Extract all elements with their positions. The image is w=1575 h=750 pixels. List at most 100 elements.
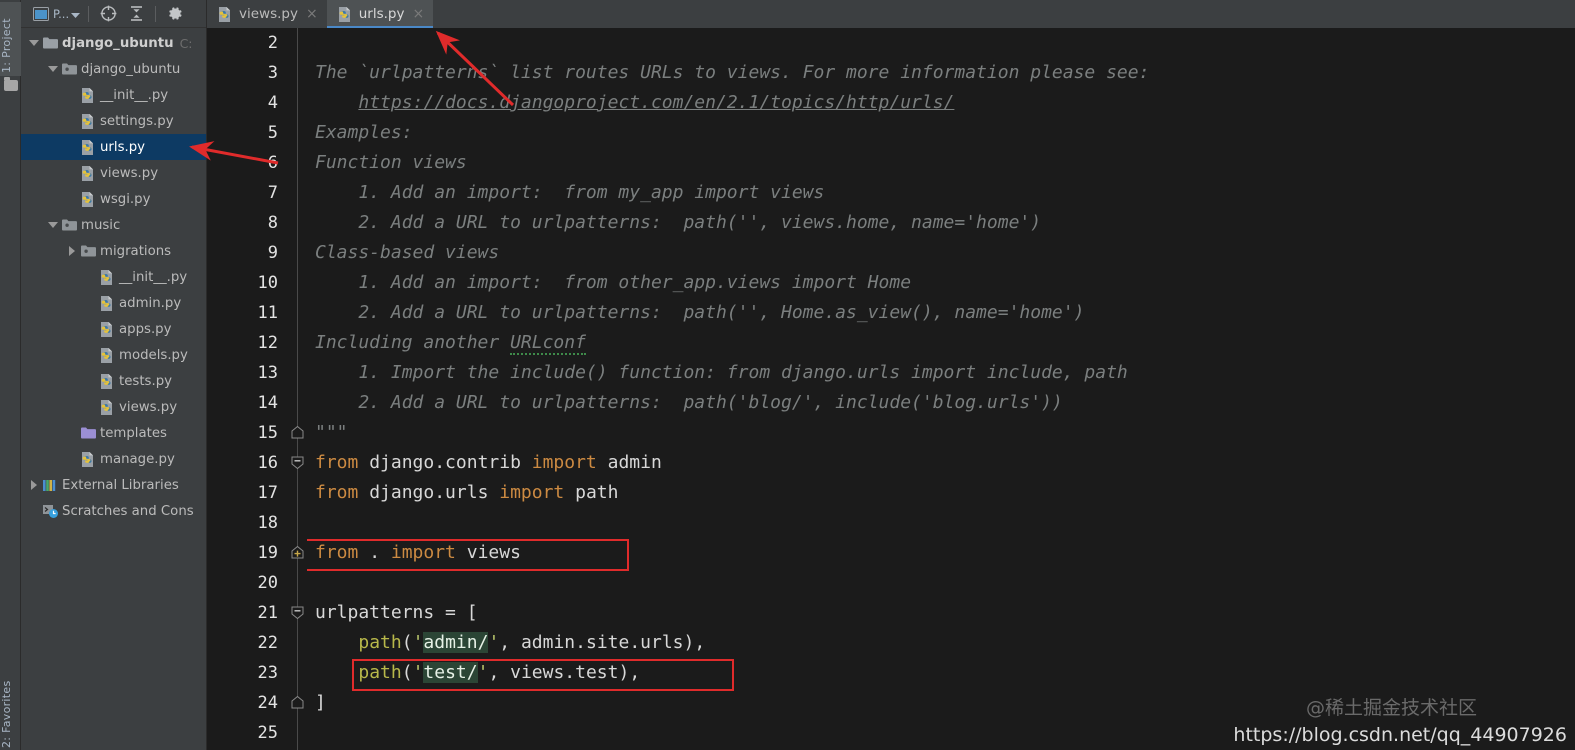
code-line[interactable]: https://docs.djangoproject.com/en/2.1/to… [307, 88, 1575, 118]
code-line[interactable]: 1. Add an import: from other_app.views i… [307, 268, 1575, 298]
code-token: import [499, 482, 565, 503]
code-line[interactable] [307, 718, 1575, 748]
tree-item-init-py[interactable]: __init__.py [21, 82, 206, 108]
code-line[interactable]: ] [307, 688, 1575, 718]
code-line[interactable]: path('test/', views.test), [307, 658, 1575, 688]
code-token: """ [315, 422, 348, 443]
line-number: 17 [257, 483, 278, 503]
tree-item-tests-py[interactable]: tests.py [21, 368, 206, 394]
code-fold-gutter[interactable] [289, 28, 307, 750]
project-view-selector[interactable]: P... [29, 2, 82, 26]
code-line[interactable]: from django.contrib import admin [307, 448, 1575, 478]
code-line[interactable]: urlpatterns = [ [307, 598, 1575, 628]
crosshair-target-icon[interactable] [95, 2, 121, 26]
line-number: 6 [267, 153, 278, 173]
tree-item-label: music [81, 217, 121, 233]
close-icon[interactable]: × [306, 6, 318, 22]
project-selector-label: P... [53, 6, 70, 21]
tool-tab-project[interactable]: 1: Project [0, 2, 21, 76]
code-line[interactable]: Class-based views [307, 238, 1575, 268]
code-line[interactable]: 1. Import the include() function: from d… [307, 358, 1575, 388]
tool-tab-favorites[interactable]: 2: Favorites [0, 662, 21, 749]
line-number: 9 [267, 243, 278, 263]
code-token: , views.test), [488, 662, 641, 683]
tree-item-migrations[interactable]: migrations [21, 238, 206, 264]
tree-item-urls-py[interactable]: urls.py [21, 134, 206, 160]
editor-area: views.py × urls.py × 2 3 4 5 6 7 8 9 10 11 12 13 14 15 16… [207, 0, 1575, 750]
collapse-all-icon[interactable] [123, 2, 149, 26]
code-token: ( [401, 632, 413, 653]
tree-item-apps-py[interactable]: apps.py [21, 316, 206, 342]
tree-item-views-py[interactable]: views.py [21, 160, 206, 186]
code-line[interactable] [307, 568, 1575, 598]
tree-item-admin-py[interactable]: admin.py [21, 290, 206, 316]
tree-item-music[interactable]: music [21, 212, 206, 238]
tree-item-views-py[interactable]: views.py [21, 394, 206, 420]
fold-end-icon[interactable] [290, 695, 305, 710]
tree-item-label: apps.py [119, 321, 172, 337]
tree-item-wsgi-py[interactable]: wsgi.py [21, 186, 206, 212]
python-file-icon [79, 191, 97, 208]
code-text[interactable]: The `urlpatterns` list routes URLs to vi… [307, 28, 1575, 750]
tree-item-django-ubuntu[interactable]: django_ubuntu C: [21, 30, 206, 56]
python-file-icon [98, 321, 116, 338]
code-token: admin [596, 452, 662, 473]
chevron-down-icon[interactable] [46, 222, 60, 228]
code-line[interactable]: 2. Add a URL to urlpatterns: path('', Ho… [307, 298, 1575, 328]
code-line[interactable]: Including another URLconf [307, 328, 1575, 358]
project-panel: P... django_ubuntu C: django_ubuntu __in… [21, 0, 207, 750]
tree-item-init-py[interactable]: __init__.py [21, 264, 206, 290]
left-tool-strip: 1: Project 2: Favorites [0, 0, 21, 750]
module-folder-icon [60, 62, 78, 76]
fold-expand-icon[interactable] [290, 545, 305, 560]
code-line[interactable]: Function views [307, 148, 1575, 178]
tree-item-django-ubuntu[interactable]: django_ubuntu [21, 56, 206, 82]
code-line[interactable]: from django.urls import path [307, 478, 1575, 508]
tree-item-label: tests.py [119, 373, 172, 389]
line-number: 8 [267, 213, 278, 233]
code-line[interactable] [307, 508, 1575, 538]
code-line[interactable] [307, 28, 1575, 58]
code-line[interactable]: from . import views [307, 538, 1575, 568]
tree-item-label: admin.py [119, 295, 182, 311]
toolbar-divider-2 [155, 5, 157, 22]
fold-collapse-icon[interactable] [290, 605, 305, 620]
line-number: 18 [257, 513, 278, 533]
project-tree[interactable]: django_ubuntu C: django_ubuntu __init__.py s… [21, 28, 206, 750]
code-line[interactable]: 2. Add a URL to urlpatterns: path('blog/… [307, 388, 1575, 418]
code-line[interactable]: 2. Add a URL to urlpatterns: path('', vi… [307, 208, 1575, 238]
tree-item-settings-py[interactable]: settings.py [21, 108, 206, 134]
folder-icon [41, 36, 59, 50]
editor-tab-urls-py[interactable]: urls.py × [326, 0, 434, 28]
line-number: 16 [257, 453, 278, 473]
tree-item-label: __init__.py [100, 87, 169, 103]
chevron-right-icon[interactable] [65, 246, 79, 256]
code-token: ] [315, 692, 326, 713]
tree-item-manage-py[interactable]: manage.py [21, 446, 206, 472]
editor-tab-bar: views.py × urls.py × [207, 0, 1575, 28]
code-token: django.urls [358, 482, 500, 503]
code-token: views [455, 542, 521, 563]
tree-item-external-libraries[interactable]: External Libraries [21, 472, 206, 498]
code-line[interactable]: The `urlpatterns` list routes URLs to vi… [307, 58, 1575, 88]
code-token: 2. Add a URL to urlpatterns: path('blog/… [315, 392, 1063, 413]
chevron-down-icon[interactable] [46, 66, 60, 72]
tool-tab-project-label: 1: Project [0, 18, 13, 73]
code-line[interactable]: path('admin/', admin.site.urls), [307, 628, 1575, 658]
code-line[interactable]: """ [307, 418, 1575, 448]
line-number: 21 [257, 603, 278, 623]
close-icon[interactable]: × [412, 6, 424, 22]
editor-tab-views-py[interactable]: views.py × [207, 0, 327, 28]
line-number: 15 [257, 423, 278, 443]
code-line[interactable]: Examples: [307, 118, 1575, 148]
tree-item-templates[interactable]: templates [21, 420, 206, 446]
fold-end-icon[interactable] [290, 425, 305, 440]
gear-icon[interactable] [162, 2, 188, 26]
line-number-gutter: 2 3 4 5 6 7 8 9 10 11 12 13 14 15 16 17 18 19 20 21 22 23 24 25 [207, 28, 289, 750]
tree-item-scratches-and-cons[interactable]: Scratches and Cons [21, 498, 206, 524]
code-line[interactable]: 1. Add an import: from my_app import vie… [307, 178, 1575, 208]
fold-collapse-icon[interactable] [290, 455, 305, 470]
tree-item-models-py[interactable]: models.py [21, 342, 206, 368]
chevron-right-icon[interactable] [27, 480, 41, 490]
chevron-down-icon[interactable] [27, 40, 41, 46]
